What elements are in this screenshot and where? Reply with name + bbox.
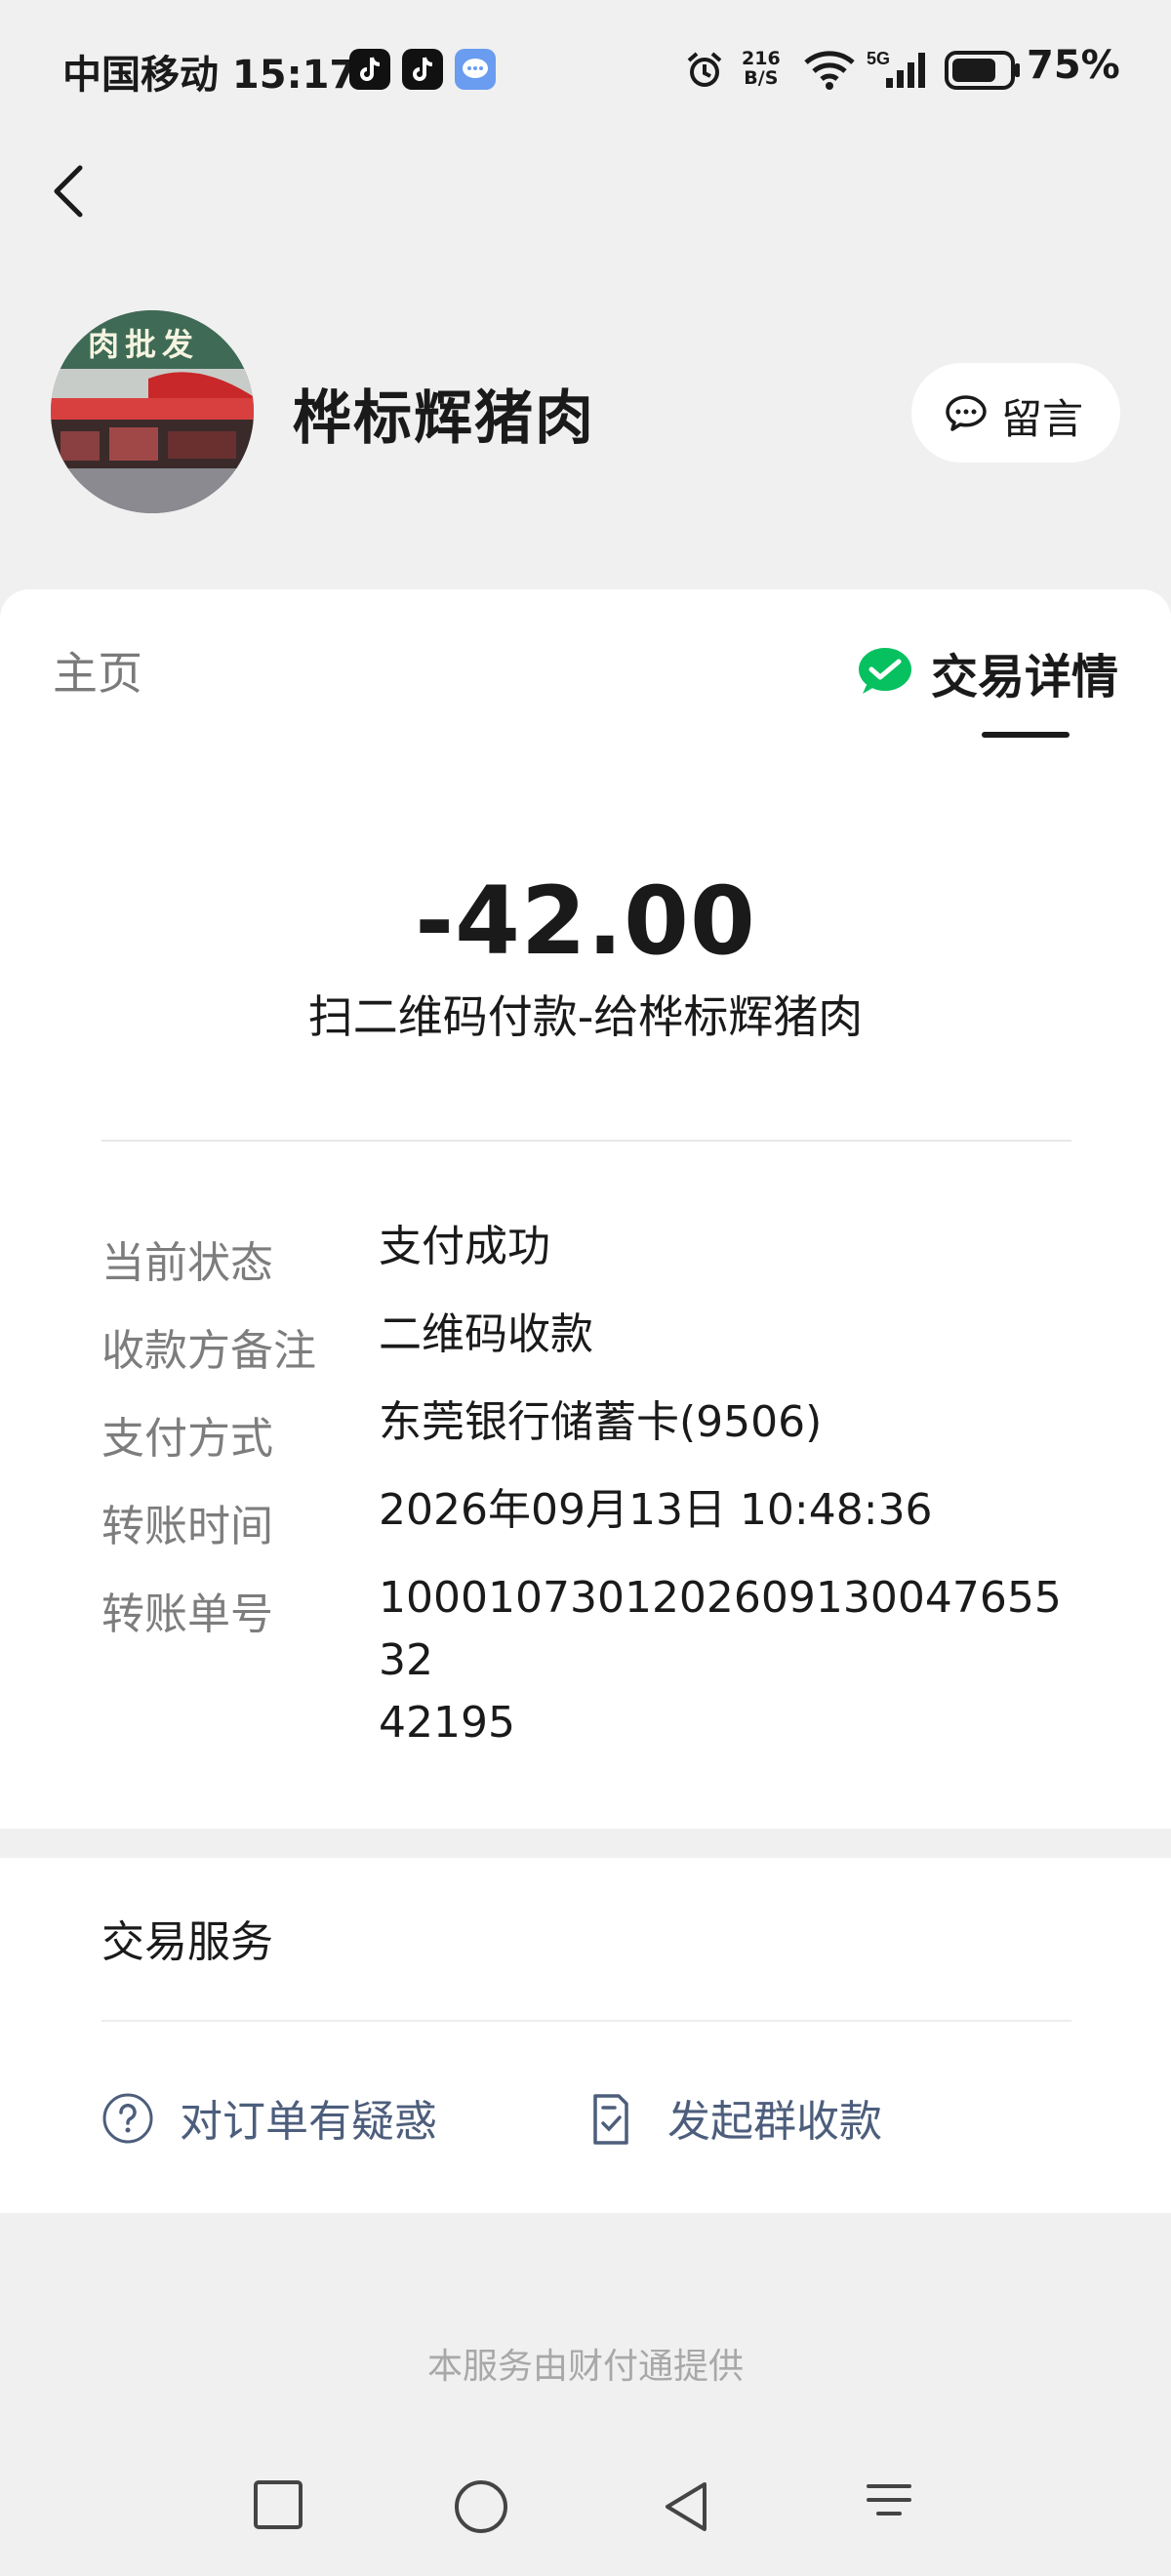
tab-home[interactable]: 主页 xyxy=(53,638,142,703)
home-button[interactable] xyxy=(453,2478,509,2539)
tiktok-notification-icon xyxy=(402,49,443,90)
back-button[interactable] xyxy=(43,154,98,226)
avatar-sign-text: 肉批发 xyxy=(88,326,200,363)
chevron-left-icon xyxy=(54,165,83,218)
system-back-button[interactable] xyxy=(660,2478,712,2539)
group-collection-label: 发起群收款 xyxy=(667,2097,882,2147)
wechat-pay-check-icon xyxy=(857,646,913,699)
payment-method-label: 支付方式 xyxy=(101,1414,273,1464)
recent-apps-button[interactable] xyxy=(252,2478,304,2535)
transaction-description: 扫二维码付款-给桦标辉猪肉 xyxy=(307,990,864,1043)
status-label: 当前状态 xyxy=(101,1238,273,1288)
triangle-back-icon xyxy=(666,2482,707,2531)
status-value: 支付成功 xyxy=(379,1222,550,1271)
battery-icon xyxy=(945,51,1023,94)
payee-note-value: 二维码收款 xyxy=(379,1309,593,1359)
alarm-icon xyxy=(683,49,726,96)
tab-transaction-detail-label: 交易详情 xyxy=(931,650,1119,704)
merchant-name: 桦标辉猪肉 xyxy=(293,384,595,453)
payment-method-value: 东莞银行储蓄卡(9506) xyxy=(379,1397,823,1447)
battery-percentage: 75% xyxy=(1027,43,1120,88)
menu-button[interactable] xyxy=(865,2478,913,2531)
merchant-avatar[interactable]: 肉批发 xyxy=(51,310,254,513)
transfer-number-value: 100010730120260913004765532 42195 xyxy=(379,1573,1062,1748)
square-icon xyxy=(254,2480,303,2529)
status-bar: 中国移动 15:17 216 B/S 5G 75% xyxy=(0,0,1171,146)
tiktok-notification-icon xyxy=(349,49,390,90)
circle-icon xyxy=(455,2480,507,2533)
menu-lines-icon xyxy=(867,2484,911,2516)
services-title: 交易服务 xyxy=(101,1917,273,1967)
svg-text:5G: 5G xyxy=(867,49,890,68)
wifi-icon xyxy=(802,47,857,96)
message-button[interactable]: 留言 xyxy=(911,363,1120,463)
transaction-amount: -42.00 xyxy=(415,866,756,976)
network-speed: 216 B/S xyxy=(742,48,781,89)
active-tab-indicator xyxy=(982,732,1070,738)
divider xyxy=(101,1140,1071,1142)
receipt-icon xyxy=(589,2092,632,2151)
transfer-time-value: 2026年09月13日 10:48:36 xyxy=(379,1485,933,1535)
footer-provider-text: 本服务由财付通提供 xyxy=(426,2347,744,2387)
carrier-time: 中国移动 15:17 xyxy=(62,53,357,98)
transaction-card: 主页 交易详情 -42.00 扫二维码付款-给桦标辉猪肉 当前状态 支付成功 收… xyxy=(0,589,1171,1829)
question-circle-icon xyxy=(101,2092,154,2149)
order-doubt-label: 对订单有疑惑 xyxy=(180,2097,437,2147)
cellular-signal-icon: 5G xyxy=(867,47,931,96)
divider xyxy=(101,2020,1071,2022)
payee-note-label: 收款方备注 xyxy=(101,1326,316,1376)
transaction-services: 交易服务 对订单有疑惑 发起群收款 xyxy=(0,1858,1171,2213)
message-notification-icon xyxy=(455,49,496,90)
transfer-time-label: 转账时间 xyxy=(101,1502,273,1551)
chat-bubble-icon xyxy=(945,394,988,437)
message-label: 留言 xyxy=(1001,395,1084,443)
transfer-number-label: 转账单号 xyxy=(101,1590,273,1639)
